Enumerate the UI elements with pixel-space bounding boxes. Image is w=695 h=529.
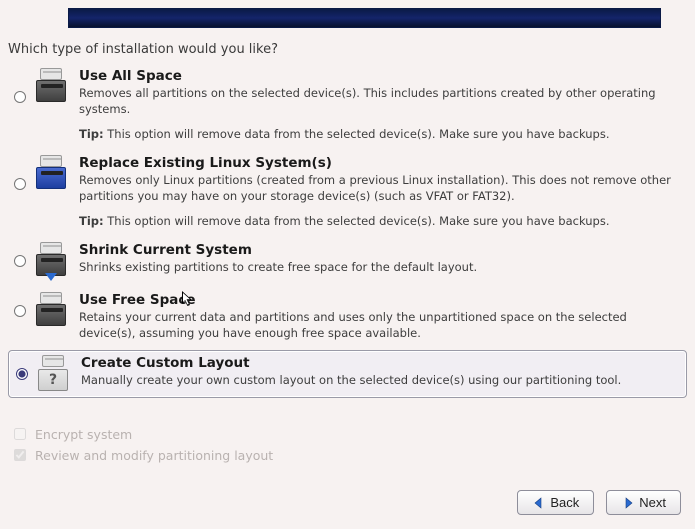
disk-blue-icon bbox=[29, 155, 73, 191]
footer-buttons: Back Next bbox=[517, 490, 681, 515]
option-tip: Tip: This option will remove data from t… bbox=[79, 214, 680, 228]
installation-type-question: Which type of installation would you lik… bbox=[8, 42, 695, 57]
disk-icon bbox=[29, 68, 73, 104]
option-shrink-current[interactable]: Shrink Current System Shrinks existing p… bbox=[8, 237, 687, 285]
tip-label: Tip: bbox=[79, 127, 104, 141]
radio-use-free-space[interactable] bbox=[14, 305, 26, 317]
encrypt-system-checkbox[interactable] bbox=[14, 428, 26, 440]
tip-label: Tip: bbox=[79, 214, 104, 228]
option-tip: Tip: This option will remove data from t… bbox=[79, 127, 680, 141]
question-icon: ? bbox=[31, 355, 75, 391]
disk-shrink-icon bbox=[29, 242, 73, 278]
encrypt-system-row[interactable]: Encrypt system bbox=[10, 425, 273, 443]
back-label: Back bbox=[550, 495, 579, 510]
header-banner bbox=[68, 8, 661, 28]
option-title: Create Custom Layout bbox=[81, 355, 674, 371]
arrow-right-icon bbox=[621, 496, 635, 510]
option-use-all-space[interactable]: Use All Space Removes all partitions on … bbox=[8, 63, 687, 148]
option-desc: Retains your current data and partitions… bbox=[79, 310, 680, 341]
option-title: Use All Space bbox=[79, 68, 680, 84]
radio-use-all-space[interactable] bbox=[14, 91, 26, 103]
radio-replace-linux[interactable] bbox=[14, 178, 26, 190]
option-desc: Manually create your own custom layout o… bbox=[81, 373, 674, 389]
review-layout-label: Review and modify partitioning layout bbox=[35, 448, 273, 463]
radio-create-custom[interactable] bbox=[16, 368, 28, 380]
option-create-custom[interactable]: ? Create Custom Layout Manually create y… bbox=[8, 350, 687, 398]
tip-text: This option will remove data from the se… bbox=[107, 214, 609, 228]
option-title: Use Free Space bbox=[79, 292, 680, 308]
option-desc: Removes only Linux partitions (created f… bbox=[79, 173, 680, 204]
extra-options: Encrypt system Review and modify partiti… bbox=[10, 422, 273, 467]
review-layout-checkbox[interactable] bbox=[14, 449, 26, 461]
radio-shrink-current[interactable] bbox=[14, 255, 26, 267]
next-label: Next bbox=[639, 495, 666, 510]
arrow-left-icon bbox=[532, 496, 546, 510]
disk-icon bbox=[29, 292, 73, 328]
option-desc: Shrinks existing partitions to create fr… bbox=[79, 260, 680, 276]
back-button[interactable]: Back bbox=[517, 490, 594, 515]
option-desc: Removes all partitions on the selected d… bbox=[79, 86, 680, 117]
encrypt-system-label: Encrypt system bbox=[35, 427, 132, 442]
option-use-free-space[interactable]: Use Free Space Retains your current data… bbox=[8, 287, 687, 348]
review-layout-row[interactable]: Review and modify partitioning layout bbox=[10, 446, 273, 464]
next-button[interactable]: Next bbox=[606, 490, 681, 515]
option-title: Replace Existing Linux System(s) bbox=[79, 155, 680, 171]
tip-text: This option will remove data from the se… bbox=[107, 127, 609, 141]
option-replace-linux[interactable]: Replace Existing Linux System(s) Removes… bbox=[8, 150, 687, 235]
installation-options-group: Use All Space Removes all partitions on … bbox=[8, 63, 687, 398]
option-title: Shrink Current System bbox=[79, 242, 680, 258]
